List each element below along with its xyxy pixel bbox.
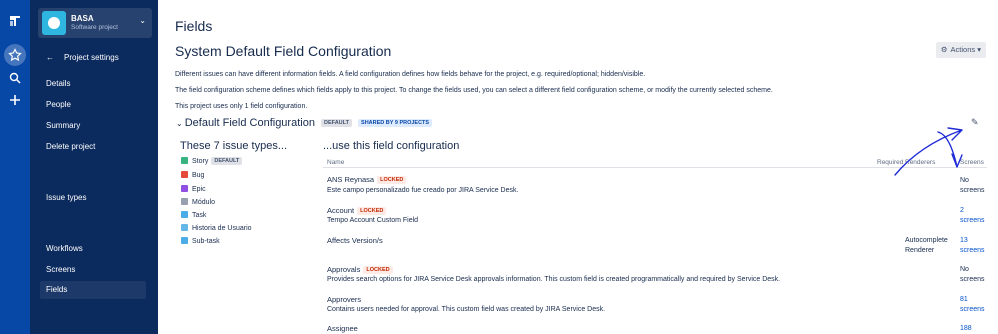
field-name: ANS Reynasa LOCKED: [327, 175, 407, 185]
issue-type-modulo: Módulo: [181, 198, 215, 206]
field-name: Approvals LOCKED: [327, 265, 393, 275]
bug-icon: [181, 171, 188, 178]
field-name: Approvers: [327, 295, 362, 304]
locked-badge: LOCKED: [377, 176, 407, 185]
issue-types-title: These 7 issue types...: [180, 140, 287, 152]
actions-button[interactable]: ⚙ Actions ▾: [935, 42, 986, 58]
user-story-icon: [181, 224, 188, 231]
project-name: BASA: [71, 14, 94, 23]
back-label: Project settings: [64, 53, 119, 62]
epic-icon: [181, 185, 188, 192]
sidebar-item-delete-project[interactable]: Delete project: [40, 138, 146, 156]
shared-projects-badge[interactable]: SHARED BY 9 PROJECTS: [358, 119, 433, 128]
locked-badge: LOCKED: [357, 207, 387, 216]
fields-title: ...use this field configuration: [323, 140, 460, 152]
config-heading[interactable]: ⌄ Default Field Configuration DEFAULT SHA…: [176, 117, 433, 129]
project-switcher[interactable]: BASA Software project ⌄: [38, 8, 152, 38]
config-name: Default Field Configuration: [184, 117, 315, 129]
issue-type-epic: Epic: [181, 185, 206, 193]
field-renderer[interactable]: Autocomplete Renderer: [905, 236, 948, 256]
default-badge: DEFAULT: [321, 119, 352, 128]
issue-type-story: Story DEFAULT: [181, 157, 243, 166]
chevron-down-icon: ⌄: [176, 119, 183, 128]
sidebar-item-details[interactable]: Details: [40, 75, 146, 93]
back-to-project-settings[interactable]: ← Project settings: [46, 53, 119, 62]
locked-badge: LOCKED: [363, 266, 393, 275]
project-avatar: [42, 11, 66, 35]
chevron-down-icon: ⌄: [139, 16, 146, 25]
description-2: The field configuration scheme defines w…: [175, 87, 773, 94]
field-screens-link[interactable]: 13 screens: [960, 236, 985, 256]
search-icon[interactable]: [4, 67, 26, 89]
sidebar-item-workflows[interactable]: Workflows: [40, 240, 146, 258]
issue-type-bug: Bug: [181, 171, 204, 179]
create-plus-icon[interactable]: [4, 89, 26, 111]
gear-icon: ⚙: [940, 45, 948, 54]
field-screens-link[interactable]: 188: [960, 324, 972, 334]
field-name: Assignee: [327, 324, 358, 333]
story-icon: [181, 157, 188, 164]
project-type: Software project: [71, 24, 118, 31]
sidebar-item-screens[interactable]: Screens: [40, 261, 146, 279]
field-name: Account LOCKED: [327, 206, 387, 216]
sidebar-item-fields[interactable]: Fields: [40, 281, 146, 299]
chevron-down-icon: ▾: [977, 45, 981, 54]
annotation-arrows: [894, 127, 963, 176]
sidebar-item-people[interactable]: People: [40, 96, 146, 114]
actions-label: Actions: [950, 45, 976, 54]
field-description: Contains users needed for approval. This…: [327, 306, 606, 313]
description-1: Different issues can have different info…: [175, 71, 646, 78]
global-nav: [0, 0, 30, 334]
subtask-icon: [181, 237, 188, 244]
field-description: Provides search options for JIRA Service…: [327, 276, 781, 283]
project-sidebar: BASA Software project ⌄ ← Project setting…: [30, 0, 158, 334]
module-icon: [181, 198, 188, 205]
task-icon: [181, 211, 188, 218]
field-screens: No screens: [960, 266, 985, 283]
column-header-name: Name: [327, 159, 345, 166]
issue-type-task: Task: [181, 211, 206, 219]
field-description: Tempo Account Custom Field: [327, 217, 419, 224]
field-description: Este campo personalizado fue creado por …: [327, 187, 519, 194]
field-screens-link[interactable]: 2 screens: [960, 206, 985, 226]
description-3: This project uses only 1 field configura…: [175, 103, 308, 110]
arrow-left-icon: ←: [46, 53, 54, 62]
jira-logo-icon[interactable]: [4, 10, 26, 32]
issue-type-sub-task: Sub-task: [181, 237, 220, 245]
sidebar-item-summary[interactable]: Summary: [40, 117, 146, 135]
issue-type-historia-de-usuario: Historia de Usuario: [181, 224, 252, 232]
field-name: Affects Version/s: [327, 236, 383, 245]
header-divider: [323, 167, 987, 168]
star-icon[interactable]: [4, 44, 26, 66]
field-screens-link[interactable]: 81 screens: [960, 295, 985, 315]
page-title: Fields: [175, 18, 213, 34]
sidebar-item-issue-types[interactable]: Issue types: [40, 189, 146, 207]
field-configuration-title: System Default Field Configuration: [175, 43, 392, 59]
default-badge: DEFAULT: [211, 157, 243, 166]
